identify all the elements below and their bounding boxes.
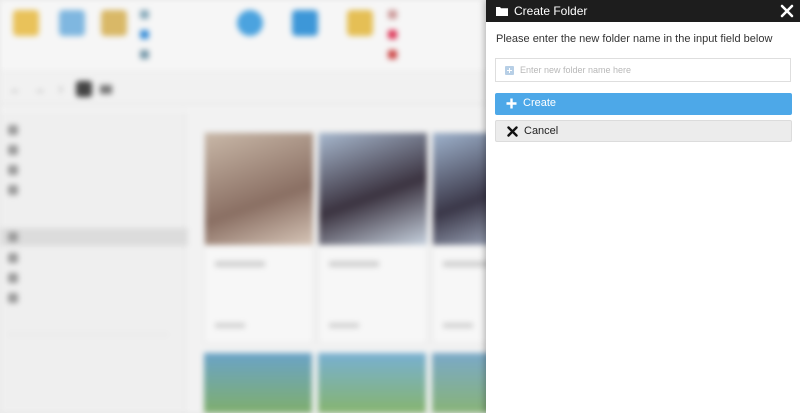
- sidebar-item: [8, 124, 24, 135]
- instruction-text: Please enter the new folder name in the …: [496, 33, 773, 45]
- nav-forward: →: [34, 84, 45, 96]
- ribbon-button: [6, 10, 46, 42]
- sidebar-item: [8, 272, 24, 283]
- nav-up: ↑: [58, 84, 64, 96]
- ribbon-small-button: [388, 30, 401, 40]
- x-icon: [507, 126, 518, 137]
- create-button[interactable]: Create: [495, 93, 792, 115]
- create-button-label: Create: [523, 97, 557, 109]
- sidebar-divider: [8, 334, 168, 335]
- sidebar-item: [8, 144, 24, 155]
- plus-icon: [506, 98, 517, 109]
- cancel-button[interactable]: Cancel: [495, 120, 792, 142]
- nav-back: ←: [10, 84, 21, 96]
- path-root-icon: [76, 81, 92, 97]
- sidebar-item-selected: [0, 228, 188, 246]
- ribbon-button: [94, 10, 134, 42]
- cancel-button-label: Cancel: [524, 125, 559, 137]
- file-thumbnail: [318, 353, 426, 413]
- ribbon-button: [230, 10, 270, 42]
- sidebar-item: [8, 184, 24, 195]
- ribbon-small-button: [388, 10, 401, 20]
- sidebar-item: [8, 292, 24, 303]
- sidebar-item: [8, 164, 24, 175]
- folder-name-input[interactable]: [520, 62, 785, 78]
- panel-header: Create Folder: [486, 0, 800, 22]
- file-card: [318, 132, 428, 344]
- ribbon-small-button: [140, 50, 153, 60]
- plus-square-icon: [505, 66, 514, 75]
- ribbon-button: [285, 10, 325, 42]
- panel-title: Create Folder: [514, 4, 588, 18]
- ribbon-small-button: [140, 10, 153, 20]
- sidebar-item: [8, 252, 24, 263]
- ribbon-small-button: [140, 30, 153, 40]
- ribbon-small-button: [388, 50, 401, 60]
- ribbon-button: [340, 10, 380, 42]
- file-card: [204, 132, 314, 344]
- folder-icon: [100, 85, 112, 94]
- file-thumbnail: [204, 353, 312, 413]
- ribbon-button: [52, 10, 92, 42]
- folder-icon: [496, 7, 508, 16]
- folder-name-field[interactable]: [495, 58, 791, 82]
- sidebar: [0, 112, 188, 413]
- create-folder-panel: Create Folder Please enter the new folde…: [486, 0, 800, 413]
- close-icon[interactable]: [778, 1, 796, 21]
